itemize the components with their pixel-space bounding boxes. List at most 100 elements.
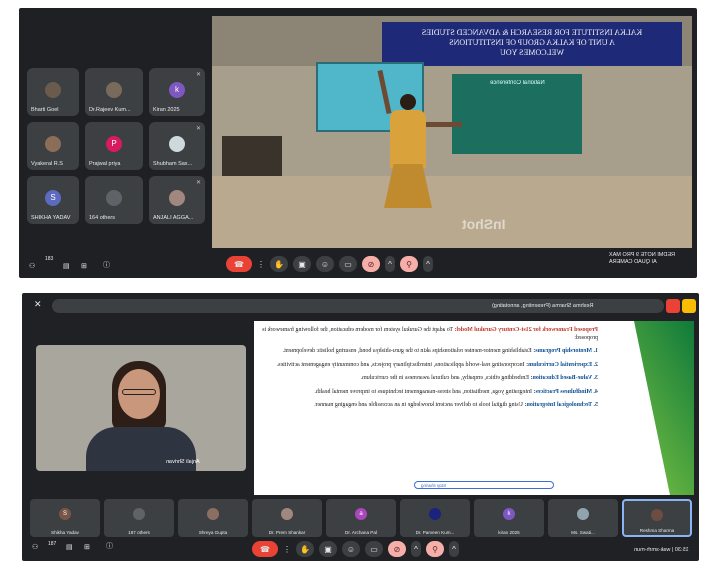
mic-off-icon: ✕ [195, 72, 201, 78]
participant-name: kiran 2025 [498, 530, 520, 535]
participant-name: Shubham Sax... [153, 161, 193, 167]
raise-hand-button[interactable]: ✋ [270, 256, 288, 272]
more-options-icon[interactable]: ⋮ [257, 256, 265, 272]
participant-name: Dr. Prem Shankar [268, 530, 306, 535]
slide-body: Using digital tools to deliver ancient k… [314, 402, 523, 408]
chat-icon[interactable]: ▤ [66, 543, 73, 551]
activities-icon[interactable]: ⊞ [81, 262, 87, 270]
dancer-body [390, 110, 426, 168]
meeting-screenshot-top: Bharti Goel Dr.Rajeev Kum... ✕ k Kiran 2… [19, 8, 697, 278]
avatar: k [169, 81, 185, 98]
avatar [45, 135, 61, 152]
participant-tile[interactable]: ✕ k Kiran 2025 [149, 68, 205, 116]
camera-tag-line: AI QUAD CAMERA [609, 259, 657, 265]
slide-heading: 5. Technological Integration: [524, 402, 598, 408]
participant-tile[interactable]: Dr. Parveen Kum... [400, 499, 470, 537]
avatar [207, 508, 219, 521]
participant-count-badge: 187 [48, 541, 57, 547]
avatar [577, 508, 589, 521]
captions-button[interactable]: ▭ [365, 541, 383, 557]
chevron-up-icon[interactable]: ^ [423, 256, 433, 272]
info-icon[interactable]: ⓘ [106, 541, 113, 551]
participant-name: Shreya Gupta [198, 530, 228, 535]
main-video-stage: KALKA INSTITUTE FOR RESEARCH & ADVANCED … [212, 16, 692, 248]
dancer-head [400, 94, 416, 110]
participant-tile[interactable]: Ms. Swati... [548, 499, 618, 537]
participant-name: Bharti Goel [31, 107, 59, 113]
info-icon[interactable]: ⓘ [103, 260, 110, 270]
camera-tag: REDMI NOTE 9 PRO MAX AI QUAD CAMERA [609, 252, 675, 266]
avatar [281, 508, 293, 521]
camera-tag-line: REDMI NOTE 9 PRO MAX [609, 252, 676, 258]
more-options-icon[interactable]: ⋮ [283, 541, 291, 557]
chevron-up-icon[interactable]: ^ [449, 541, 459, 557]
present-button[interactable]: ▣ [319, 541, 337, 557]
slide-heading: Proposed Framework for 21st-Century Guru… [454, 327, 598, 333]
chevron-up-icon[interactable]: ^ [385, 256, 395, 272]
participant-tile[interactable]: a Dr. Archana Pal [326, 499, 396, 537]
participant-tile[interactable]: ✕ Shubham Sax... [149, 122, 205, 170]
participant-tile[interactable]: S Shikha Yadav [30, 499, 100, 537]
avatar: k [503, 508, 515, 521]
raise-hand-button[interactable]: ✋ [296, 541, 314, 557]
participant-tile[interactable]: P Prajwal priya [85, 122, 143, 170]
hand-icon[interactable] [682, 299, 696, 313]
avatar [169, 135, 185, 152]
participant-name: 187 others [128, 530, 150, 535]
participant-tile[interactable]: Vyakeral R.S [27, 122, 79, 170]
presenting-bar: Reshma Sharma (Presenting, annotating) [52, 299, 664, 313]
activities-icon[interactable]: ⊞ [84, 543, 90, 551]
mic-off-button[interactable]: ⚲ [426, 541, 444, 557]
participant-tile[interactable]: Dr. Prem Shankar [252, 499, 322, 537]
shared-slide: Proposed Framework for 21st-Century Guru… [254, 321, 694, 495]
participant-name: Dr.Rajeev Kum... [89, 107, 131, 113]
participant-tile-active[interactable]: Reshma Sharma [622, 499, 692, 537]
institute-banner: KALKA INSTITUTE FOR RESEARCH & ADVANCED … [382, 22, 682, 66]
avatar: a [355, 508, 367, 521]
participant-name: Reshma Sharma [639, 528, 675, 533]
stop-sharing-button[interactable]: Stop sharing [414, 481, 554, 489]
record-icon[interactable] [666, 299, 680, 313]
avatar [45, 81, 61, 98]
participant-tile[interactable]: S SHIKHA YADAV [27, 176, 79, 224]
avatar: S [45, 189, 61, 206]
participant-count-badge: 183 [45, 256, 54, 262]
slide-item: 4. Mindfulness Practices: Integrating yo… [262, 389, 598, 397]
present-button[interactable]: ▣ [293, 256, 311, 272]
floor [212, 176, 692, 248]
reactions-button[interactable]: ☺ [342, 541, 360, 557]
chevron-up-icon[interactable]: ^ [411, 541, 421, 557]
chat-icon[interactable]: ▤ [63, 262, 70, 270]
avatar: P [106, 135, 122, 152]
people-icon[interactable]: ⚇ [29, 262, 35, 270]
reactions-button[interactable]: ☺ [316, 256, 334, 272]
people-icon[interactable]: ⚇ [32, 543, 38, 551]
participant-name: Dr. Parveen Kum... [415, 530, 455, 535]
mic-off-icon: ✕ [195, 180, 201, 186]
avatar [429, 508, 441, 521]
slide-body: Incorporating real-world applications, i… [276, 361, 525, 368]
participant-name: ANJALI AGGA... [153, 215, 194, 221]
participant-tile[interactable]: ✕ ANJALI AGGA... [149, 176, 205, 224]
banner-line: WELCOMES YOU [500, 48, 564, 57]
close-icon[interactable]: ✕ [34, 299, 42, 310]
participant-tile[interactable]: 187 others [104, 499, 174, 537]
slide-heading: 1. Mentorship Programs: [533, 348, 598, 354]
participant-tile[interactable]: Shreya Gupta [178, 499, 248, 537]
participant-tile[interactable]: 164 others [85, 176, 143, 224]
captions-button[interactable]: ▭ [339, 256, 357, 272]
avatar [651, 508, 663, 521]
meeting-screenshot-bottom: ✕ Reshma Sharma (Presenting, annotating)… [22, 293, 699, 561]
participant-name: Ms. Swati... [571, 530, 595, 535]
camera-off-button[interactable]: ⊘ [388, 541, 406, 557]
participant-tile[interactable]: Bharti Goel [27, 68, 79, 116]
end-call-button[interactable]: ☎ [226, 256, 252, 272]
end-call-button[interactable]: ☎ [252, 541, 278, 557]
participant-tile[interactable]: k kiran 2025 [474, 499, 544, 537]
mic-off-button[interactable]: ⚲ [400, 256, 418, 272]
banner-line: A UNIT OF KALKA GROUP OF INSTITUTIONS [449, 38, 615, 47]
slide-body: Integrating yoga, meditation, and stress… [314, 388, 532, 395]
projector-screen: National Conference [452, 74, 582, 154]
camera-off-button[interactable]: ⊘ [362, 256, 380, 272]
participant-tile[interactable]: Dr.Rajeev Kum... [85, 68, 143, 116]
